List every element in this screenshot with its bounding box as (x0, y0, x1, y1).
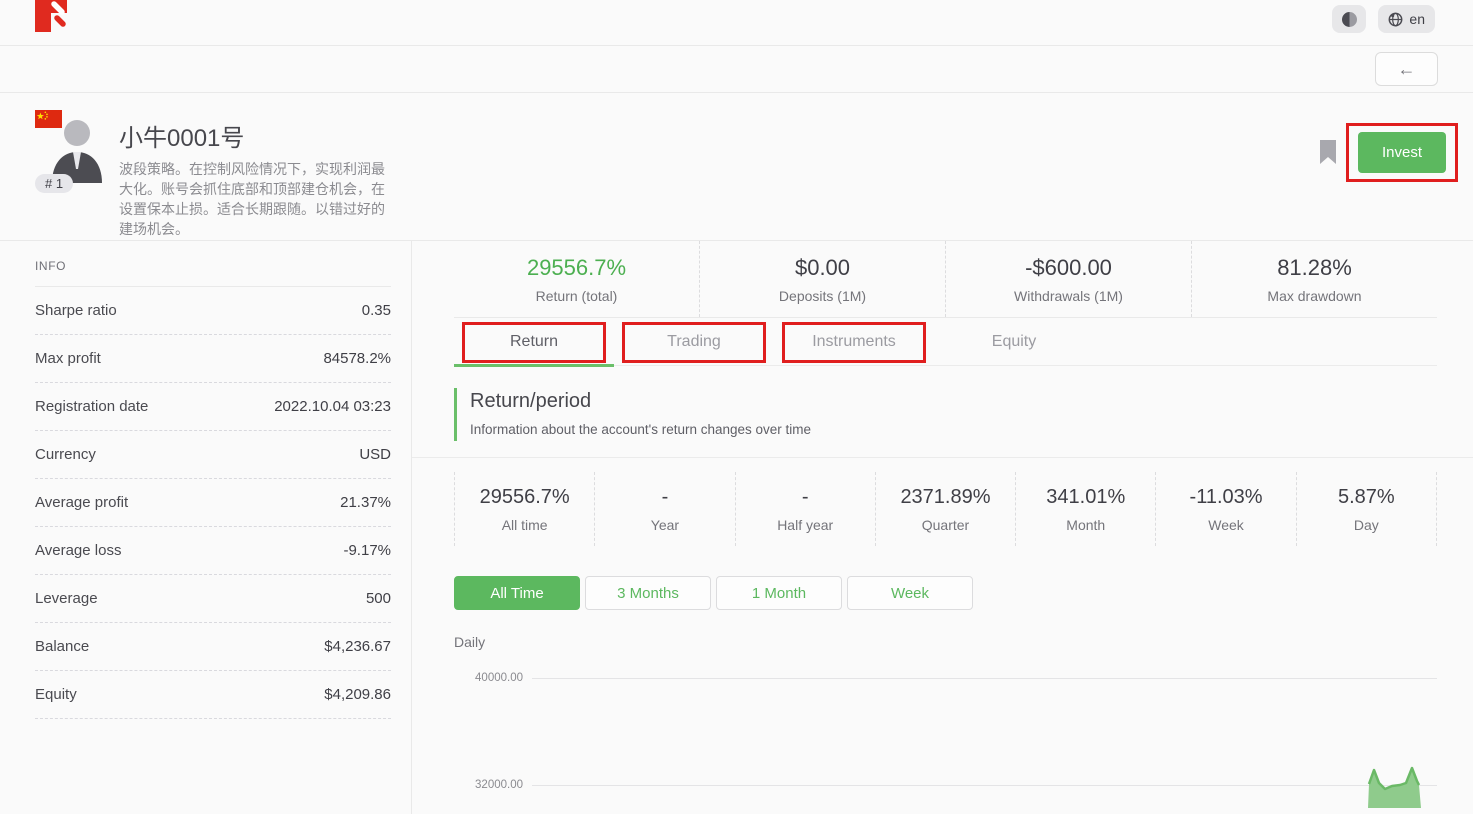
active-tab-underline (454, 364, 614, 367)
tabs-row: Return Trading Instruments Equity (454, 318, 1437, 366)
profile-text: 小牛0001号 波段策略。在控制风险情况下，实现利润最大化。账号会抓住底部和顶部… (119, 109, 397, 240)
bookmark-icon[interactable] (1318, 139, 1338, 166)
chart-mode-label: Daily (454, 634, 1473, 650)
range-button-week[interactable]: Week (847, 576, 973, 610)
info-row-average-loss: Average loss -9.17% (35, 527, 391, 575)
info-row-leverage: Leverage 500 (35, 575, 391, 623)
tab-return[interactable]: Return (454, 318, 614, 365)
info-row-average-profit: Average profit 21.37% (35, 479, 391, 527)
account-description: 波段策略。在控制风险情况下，实现利润最大化。账号会抓住底部和顶部建仓机会，在设置… (119, 160, 397, 240)
range-button-all-time[interactable]: All Time (454, 576, 580, 610)
info-row-registration-date: Registration date 2022.10.04 03:23 (35, 383, 391, 431)
return-chart[interactable]: 40000.00 32000.00 (454, 662, 1437, 808)
tab-instruments[interactable]: Instruments (774, 318, 934, 365)
invest-button[interactable]: Invest (1358, 132, 1446, 173)
theme-half-circle-icon (1342, 12, 1357, 27)
rank-badge: # 1 (35, 174, 73, 193)
period-half-year: - Half year (735, 472, 875, 546)
info-sidebar: INFO Sharpe ratio 0.35 Max profit 84578.… (0, 241, 412, 814)
period-week: -11.03% Week (1155, 472, 1295, 546)
tab-equity[interactable]: Equity (934, 318, 1094, 365)
info-row-balance: Balance $4,236.67 (35, 623, 391, 671)
stat-withdrawals: -$600.00 Withdrawals (1M) (945, 241, 1191, 317)
period-month: 341.01% Month (1015, 472, 1155, 546)
chart-range-buttons: All Time 3 Months 1 Month Week (454, 576, 1437, 610)
range-button-1-month[interactable]: 1 Month (716, 576, 842, 610)
avatar-block: # 1 (35, 109, 101, 197)
info-row-currency: Currency USD (35, 431, 391, 479)
back-arrow-icon: ← (1398, 59, 1416, 80)
section-subtitle: Information about the account's return c… (470, 422, 1437, 437)
annotation-box-invest: Invest (1346, 123, 1458, 182)
language-button[interactable]: en (1378, 5, 1435, 33)
sub-toolbar: ← (0, 46, 1473, 93)
back-button[interactable]: ← (1375, 52, 1438, 86)
globe-icon (1388, 12, 1403, 27)
stat-return-total: 29556.7% Return (total) (454, 241, 699, 317)
summary-stats-row: 29556.7% Return (total) $0.00 Deposits (… (454, 241, 1437, 318)
info-row-equity: Equity $4,209.86 (35, 671, 391, 719)
roboforex-logo-icon[interactable] (35, 0, 67, 44)
language-label: en (1409, 11, 1425, 27)
app-header: en (0, 0, 1473, 46)
profile-actions: Invest (1318, 123, 1458, 182)
period-returns-row: 29556.7% All time - Year - Half year 237… (454, 472, 1437, 546)
period-all-time: 29556.7% All time (454, 472, 594, 546)
info-row-sharpe-ratio: Sharpe ratio 0.35 (35, 287, 391, 335)
stat-deposits: $0.00 Deposits (1M) (699, 241, 945, 317)
trader-profile-section: # 1 小牛0001号 波段策略。在控制风险情况下，实现利润最大化。账号会抓住底… (0, 93, 1473, 241)
equity-area-chart (541, 662, 1437, 808)
period-year: - Year (594, 472, 734, 546)
period-quarter: 2371.89% Quarter (875, 472, 1015, 546)
main-content: 29556.7% Return (total) $0.00 Deposits (… (412, 241, 1473, 814)
stat-max-drawdown: 81.28% Max drawdown (1191, 241, 1437, 317)
section-title: Return/period (470, 390, 1437, 413)
return-period-header: Return/period Information about the acco… (454, 388, 1437, 441)
info-heading: INFO (35, 241, 391, 287)
theme-toggle-button[interactable] (1332, 5, 1366, 33)
info-row-max-profit: Max profit 84578.2% (35, 335, 391, 383)
section-divider (412, 457, 1473, 458)
account-title: 小牛0001号 (119, 118, 397, 153)
range-button-3-months[interactable]: 3 Months (585, 576, 711, 610)
period-day: 5.87% Day (1296, 472, 1437, 546)
tab-trading[interactable]: Trading (614, 318, 774, 365)
